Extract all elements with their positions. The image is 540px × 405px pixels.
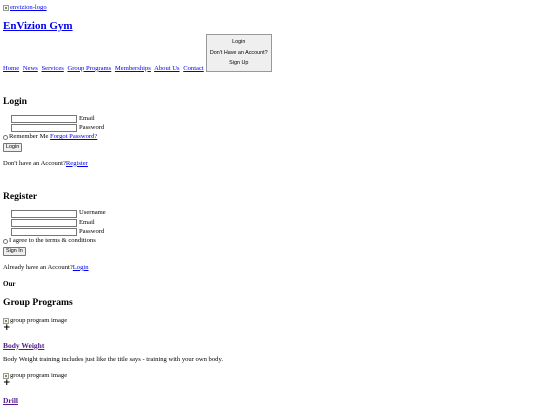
logo-alt-text: envizion-logo xyxy=(10,4,47,11)
nav-memberships[interactable]: Memberships xyxy=(115,65,151,72)
register-password-input[interactable] xyxy=(11,228,77,237)
login-password-input[interactable] xyxy=(11,124,77,133)
program-title: Body Weight xyxy=(3,341,537,350)
login-password-label: Password xyxy=(79,123,105,131)
broken-image-icon xyxy=(3,317,9,324)
login-email-input[interactable] xyxy=(11,114,77,123)
register-email-input[interactable] xyxy=(11,218,77,227)
terms-checkbox[interactable] xyxy=(3,238,8,244)
login-email-row: Email xyxy=(11,114,537,123)
program-image: group program image xyxy=(3,317,537,325)
register-username-row: Username xyxy=(11,209,537,218)
plus-icon[interactable]: + xyxy=(3,323,537,332)
auth-no-account-text: Don't Have an Account? xyxy=(209,49,268,56)
nav-contact[interactable]: Contact xyxy=(183,65,204,72)
register-form: Username Email Password I agree to the t… xyxy=(3,209,537,272)
register-prompt: Don't have an Account?Register xyxy=(3,160,537,168)
register-username-input[interactable] xyxy=(11,209,77,218)
page: envizion-logo EnVizion Gym Home News Ser… xyxy=(0,0,540,405)
nav-news[interactable]: News xyxy=(23,65,38,72)
program-description: Body Weight training includes just like … xyxy=(3,356,223,364)
auth-dropdown: Login Don't Have an Account? Sign Up xyxy=(205,34,272,73)
register-password-label: Password xyxy=(79,228,105,236)
register-password-row: Password xyxy=(11,227,537,237)
terms-row: I agree to the terms & conditions xyxy=(3,237,537,246)
login-password-row: Password xyxy=(11,123,537,133)
sign-in-button[interactable]: Sign In xyxy=(3,246,26,256)
register-email-label: Email xyxy=(79,218,95,226)
terms-label: I agree to the terms & conditions xyxy=(9,237,96,245)
plus-icon[interactable]: + xyxy=(3,379,537,388)
program-title-link[interactable]: Drill xyxy=(3,396,18,405)
nav-home[interactable]: Home xyxy=(3,65,19,72)
nav-row: Home News Services Group Programs Member… xyxy=(3,34,537,73)
register-email-row: Email xyxy=(11,218,537,227)
main-nav: Home News Services Group Programs Member… xyxy=(3,65,206,73)
login-email-label: Email xyxy=(79,114,95,122)
login-submit-button[interactable]: Login xyxy=(3,142,23,152)
login-form: Email Password Remember Me Forgot Passwo… xyxy=(3,114,537,168)
logo-row: envizion-logo xyxy=(3,4,537,14)
broken-image-icon xyxy=(3,5,9,12)
remember-me-checkbox[interactable] xyxy=(3,134,8,140)
nav-about-us[interactable]: About Us xyxy=(154,65,179,72)
login-heading: Login xyxy=(3,96,27,108)
login-prompt: Already have an Account?Login xyxy=(3,264,537,272)
program-image: group program image xyxy=(3,372,537,380)
register-prompt-text: Don't have an Account? xyxy=(3,159,66,167)
forgot-password-link[interactable]: Forgot Password? xyxy=(50,133,97,141)
remember-row: Remember Me Forgot Password? xyxy=(3,133,537,142)
broken-image-icon xyxy=(3,373,9,380)
remember-me-label: Remember Me xyxy=(9,133,49,141)
program-title: Drill xyxy=(3,396,537,405)
register-heading: Register xyxy=(3,190,38,202)
nav-services[interactable]: Services xyxy=(41,65,63,72)
auth-login-button[interactable]: Login xyxy=(232,39,245,46)
login-link[interactable]: Login xyxy=(73,264,89,271)
brand-heading: EnVizion Gym xyxy=(3,20,537,34)
programs-heading: Group Programs xyxy=(3,296,73,308)
program-card: group program image + Drill xyxy=(3,372,537,405)
logo-link[interactable]: envizion-logo xyxy=(3,4,47,12)
program-image-alt: group program image xyxy=(10,372,68,380)
login-prompt-text: Already have an Account? xyxy=(3,263,73,271)
register-link[interactable]: Register xyxy=(66,160,88,167)
programs-eyebrow: Our xyxy=(3,280,16,289)
program-card: group program image + Body Weight Body W… xyxy=(3,317,537,365)
nav-group-programs[interactable]: Group Programs xyxy=(67,65,111,72)
brand-link[interactable]: EnVizion Gym xyxy=(3,20,73,32)
program-image-alt: group program image xyxy=(10,316,68,324)
auth-signup-button[interactable]: Sign Up xyxy=(229,60,248,67)
register-username-label: Username xyxy=(79,209,106,217)
program-title-link[interactable]: Body Weight xyxy=(3,341,44,350)
